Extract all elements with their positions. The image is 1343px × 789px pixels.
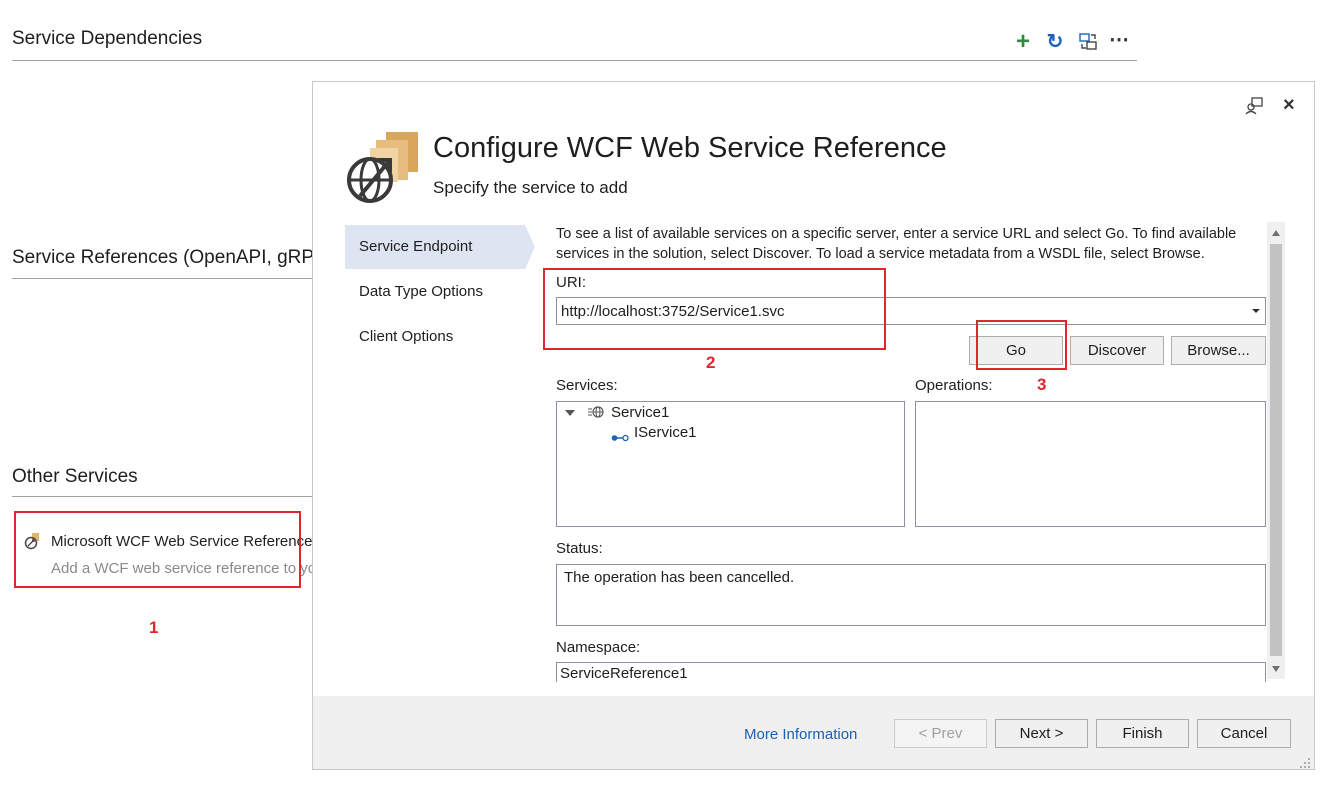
annotation-box-3 — [976, 320, 1067, 370]
service-dependencies-title: Service Dependencies — [12, 28, 203, 49]
nav-service-endpoint[interactable]: Service Endpoint — [345, 225, 525, 269]
vertical-scrollbar[interactable] — [1267, 222, 1285, 679]
collapse-arrow-icon[interactable] — [565, 410, 575, 416]
dialog-subtitle: Specify the service to add — [433, 178, 628, 197]
operations-list[interactable] — [915, 401, 1266, 527]
service-globe-icon — [588, 405, 604, 419]
nav-client-options[interactable]: Client Options — [345, 315, 525, 359]
status-label: Status: — [556, 540, 603, 557]
annotation-box-1 — [14, 511, 301, 588]
wcf-service-logo-icon — [346, 130, 422, 206]
feedback-icon[interactable] — [1244, 96, 1264, 116]
interface-icon — [611, 429, 629, 442]
prev-button[interactable]: < Prev — [894, 719, 987, 748]
ellipsis-icon[interactable]: ⋯ — [1108, 29, 1130, 51]
namespace-input[interactable]: ServiceReference1 — [556, 662, 1266, 682]
cancel-button[interactable]: Cancel — [1197, 719, 1291, 748]
endpoint-description: To see a list of available services on a… — [556, 226, 1237, 262]
scroll-up-icon[interactable] — [1272, 230, 1280, 236]
close-icon[interactable]: × — [1283, 94, 1295, 117]
discover-button[interactable]: Discover — [1070, 336, 1164, 365]
scroll-down-icon[interactable] — [1272, 666, 1280, 672]
wizard-nav: Service Endpoint Data Type Options Clien… — [345, 225, 525, 359]
divider — [12, 60, 1137, 61]
status-box: The operation has been cancelled. — [556, 564, 1266, 626]
configure-wcf-dialog: × Configure WCF Web Service Reference Sp… — [312, 81, 1315, 770]
nav-data-type-options[interactable]: Data Type Options — [345, 270, 525, 314]
annotation-number-3: 3 — [1037, 375, 1047, 394]
tree-item-service1[interactable]: Service1 — [611, 404, 669, 421]
manage-connections-icon[interactable] — [1078, 32, 1098, 52]
plus-icon[interactable]: + — [1012, 30, 1034, 54]
services-label: Services: — [556, 377, 618, 394]
next-button[interactable]: Next > — [995, 719, 1088, 748]
browse-button[interactable]: Browse... — [1171, 336, 1266, 365]
namespace-label: Namespace: — [556, 639, 641, 656]
tree-item-iservice1[interactable]: IService1 — [634, 424, 697, 441]
dialog-footer: More Information < Prev Next > Finish Ca… — [313, 696, 1314, 769]
divider — [12, 278, 312, 279]
scrollbar-thumb[interactable] — [1270, 244, 1282, 656]
service-references-title: Service References (OpenAPI, gRPC — [12, 247, 328, 268]
services-tree[interactable]: Service1 IService1 — [556, 401, 905, 527]
nav-active-pointer — [525, 225, 535, 269]
annotation-number-1: 1 — [149, 618, 159, 637]
operations-label: Operations: — [915, 377, 993, 394]
more-information-link[interactable]: More Information — [744, 726, 857, 743]
resize-grip-icon[interactable] — [1299, 756, 1311, 768]
namespace-value: ServiceReference1 — [560, 665, 688, 682]
annotation-box-2 — [543, 268, 886, 350]
other-services-title: Other Services — [12, 466, 138, 487]
status-text: The operation has been cancelled. — [564, 569, 795, 586]
finish-button[interactable]: Finish — [1096, 719, 1189, 748]
annotation-number-2: 2 — [706, 353, 716, 372]
refresh-icon[interactable]: ↻ — [1044, 31, 1066, 53]
dialog-title: Configure WCF Web Service Reference — [433, 132, 947, 164]
divider — [12, 496, 312, 497]
chevron-down-icon[interactable] — [1252, 309, 1260, 313]
